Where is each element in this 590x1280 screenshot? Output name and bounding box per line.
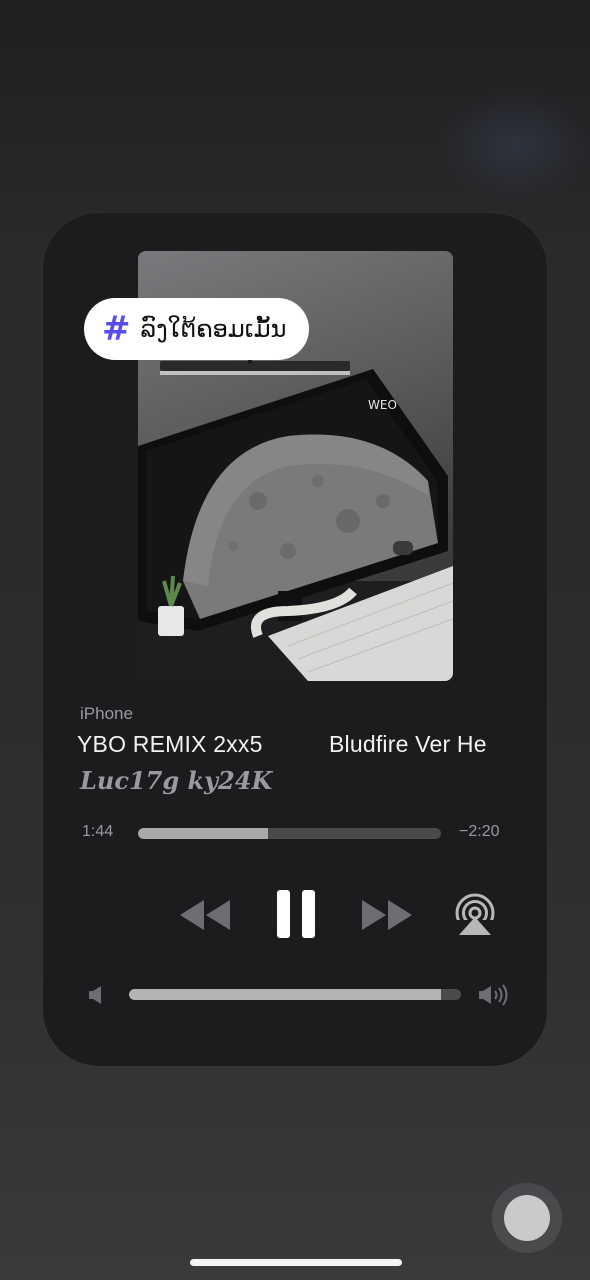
time-remaining: −2:20 <box>459 823 500 840</box>
home-indicator[interactable] <box>190 1259 402 1266</box>
playback-progress-fill <box>138 828 269 839</box>
pause-icon[interactable] <box>276 889 316 939</box>
assistive-touch-icon <box>504 1195 550 1241</box>
track-artist: Luc17g ky24K <box>80 766 273 795</box>
playback-source-label: iPhone <box>80 704 133 723</box>
fast-forward-icon[interactable] <box>360 898 414 932</box>
time-elapsed: 1:44 <box>82 823 114 840</box>
track-title-continued: Bludfire Ver He <box>329 731 487 757</box>
svg-text:WEO: WEO <box>368 398 397 412</box>
volume-high-icon <box>479 984 508 1006</box>
assistive-touch-button[interactable] <box>492 1183 562 1253</box>
hashtag-icon: # <box>102 309 131 349</box>
hashtag-text: ລົງໃຕ້ຄອມເມັ້ນ <box>140 315 287 343</box>
volume-level-fill <box>129 989 442 1000</box>
comment-hashtag-badge[interactable]: # ລົງໃຕ້ຄອມເມັ້ນ <box>84 298 309 360</box>
track-title: YBO REMIX 2xx5 <box>77 731 263 757</box>
track-title-marquee: YBO REMIX 2xx5 Bludfire Ver He <box>73 731 515 763</box>
background-glow <box>440 90 590 200</box>
rewind-icon[interactable] <box>178 898 232 932</box>
volume-slider[interactable] <box>129 989 461 1000</box>
playback-scrubber[interactable] <box>138 828 441 839</box>
volume-low-icon <box>89 986 101 1004</box>
airplay-icon[interactable] <box>453 893 497 937</box>
